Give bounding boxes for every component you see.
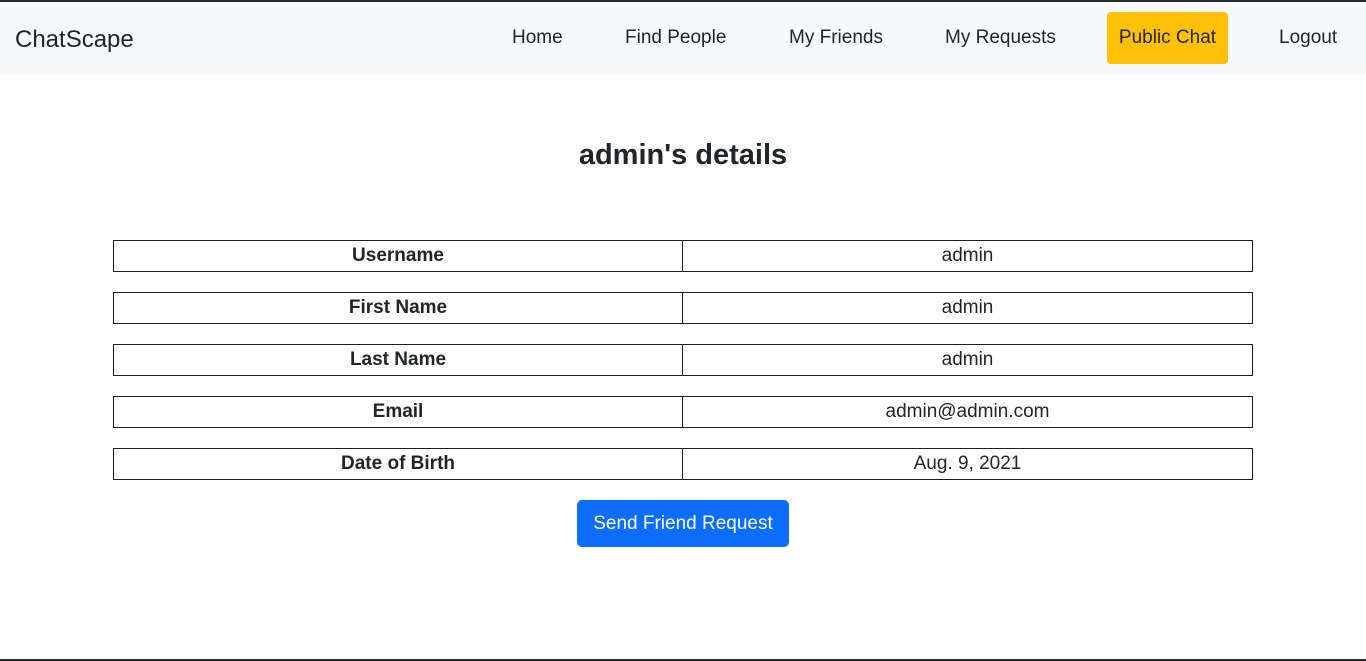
detail-value: admin [682, 240, 1253, 272]
detail-row-last-name: Last Name admin [113, 344, 1253, 376]
detail-row-username: Username admin [113, 240, 1253, 272]
detail-label: Last Name [113, 344, 683, 376]
app-window: ChatScape Home Find People My Friends My… [0, 0, 1366, 661]
detail-label: First Name [113, 292, 683, 324]
detail-label: Username [113, 240, 683, 272]
detail-value: Aug. 9, 2021 [682, 448, 1253, 480]
detail-value: admin [682, 292, 1253, 324]
nav-my-requests-link[interactable]: My Requests [945, 22, 1056, 54]
top-navbar: ChatScape Home Find People My Friends My… [0, 2, 1366, 74]
nav-home-link[interactable]: Home [512, 22, 563, 54]
detail-value: admin [682, 344, 1253, 376]
detail-label: Date of Birth [113, 448, 683, 480]
nav-public-chat-button[interactable]: Public Chat [1107, 12, 1228, 64]
send-friend-request-button[interactable]: Send Friend Request [577, 500, 789, 547]
detail-row-first-name: First Name admin [113, 292, 1253, 324]
nav-my-friends-link[interactable]: My Friends [789, 22, 883, 54]
detail-value: admin@admin.com [682, 396, 1253, 428]
detail-row-date-of-birth: Date of Birth Aug. 9, 2021 [113, 448, 1253, 480]
nav-logout-link[interactable]: Logout [1279, 22, 1337, 54]
detail-label: Email [113, 396, 683, 428]
page-title: admin's details [578, 139, 788, 171]
detail-row-email: Email admin@admin.com [113, 396, 1253, 428]
brand-logo-link[interactable]: ChatScape [15, 24, 134, 56]
nav-find-people-link[interactable]: Find People [625, 22, 726, 54]
